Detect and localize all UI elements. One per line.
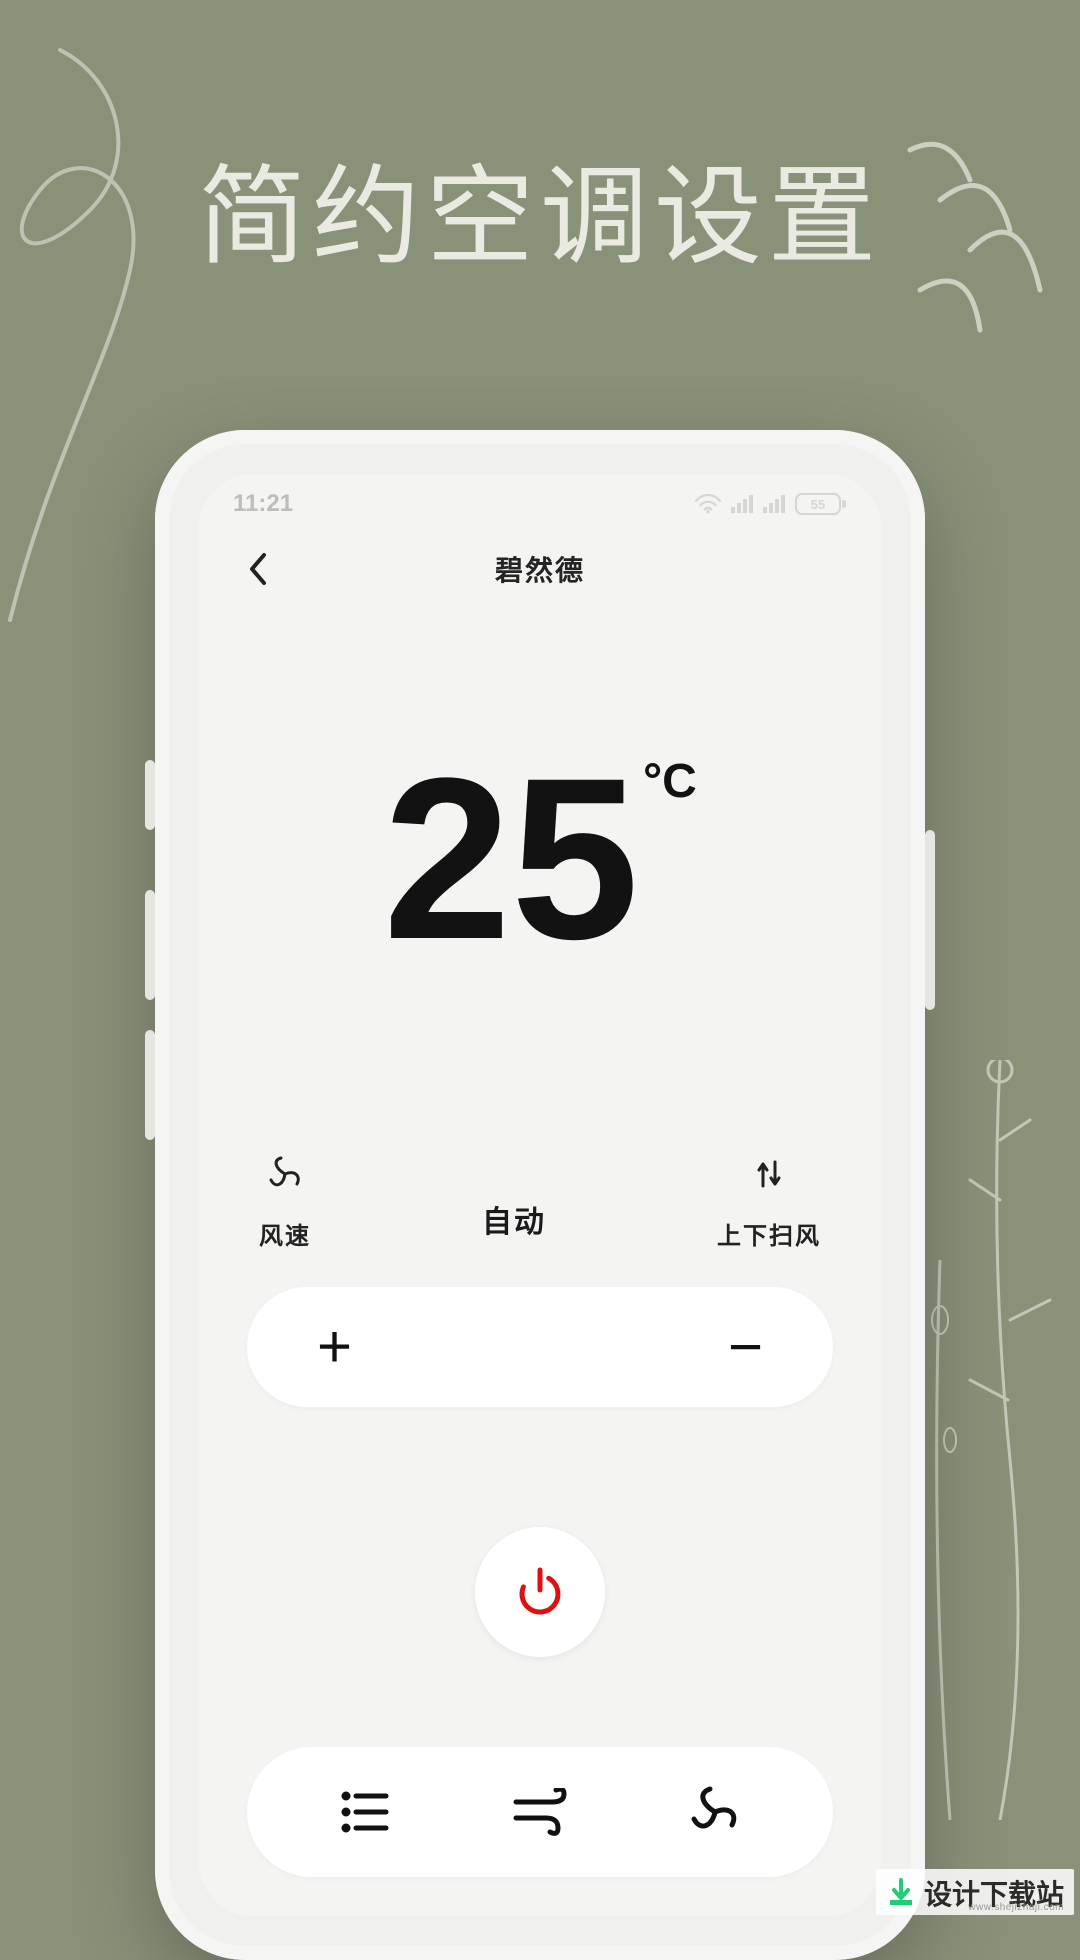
bottom-controls-pill [247, 1747, 833, 1877]
temperature-unit: °C [643, 754, 697, 809]
nav-bar: 碧然德 [199, 534, 881, 604]
power-button[interactable] [475, 1527, 605, 1657]
fan-speed-label: 风速 [259, 1216, 311, 1251]
signal-icon [763, 495, 785, 513]
temperature-adjust-pill: + − [247, 1287, 833, 1407]
signal-icon [731, 495, 753, 513]
power-icon [512, 1564, 568, 1620]
mode-center-label[interactable]: 自动 [482, 1197, 546, 1251]
back-button[interactable] [233, 544, 283, 594]
watermark-arrow-icon [886, 1878, 916, 1908]
airflow-button[interactable] [510, 1782, 570, 1842]
list-icon [340, 1790, 390, 1834]
phone-side-button [145, 1030, 155, 1140]
status-right-cluster: 55 [695, 493, 847, 515]
chevron-left-icon [246, 551, 270, 587]
decoration-flowers-bottom-right [900, 1060, 1070, 1820]
temperature-display: 25 °C [199, 744, 881, 974]
mode-row: 风速 自动 上下扫风 [199, 1154, 881, 1251]
watermark-sub: www.shejizhaji.com [968, 1902, 1064, 1913]
temperature-value: 25 [383, 744, 639, 974]
status-bar: 11:21 55 [199, 474, 881, 534]
phone-mockup: 11:21 55 碧然德 25 °C 风速 自动 [155, 430, 925, 1960]
list-menu-button[interactable] [335, 1782, 395, 1842]
swing-updown-button[interactable]: 上下扫风 [717, 1154, 821, 1251]
fan-icon [265, 1154, 305, 1194]
svg-text:55: 55 [811, 497, 825, 512]
wind-icon [512, 1788, 568, 1836]
fan-circulate-icon [688, 1785, 742, 1839]
phone-side-button [925, 830, 935, 1010]
nav-title: 碧然德 [199, 549, 881, 589]
phone-side-button [145, 760, 155, 830]
status-time: 11:21 [233, 490, 293, 518]
battery-icon: 55 [795, 493, 847, 515]
fan-speed-button[interactable]: 风速 [259, 1154, 311, 1251]
watermark: 设计下载站 www.shejizhaji.com [876, 1869, 1074, 1915]
minus-button[interactable]: − [728, 1317, 763, 1377]
plus-button[interactable]: + [317, 1317, 352, 1377]
phone-side-button [145, 890, 155, 1000]
swing-vertical-icon [749, 1154, 789, 1194]
headline-text: 简约空调设置 [0, 130, 1080, 286]
phone-screen: 11:21 55 碧然德 25 °C 风速 自动 [199, 474, 881, 1916]
swing-updown-label: 上下扫风 [717, 1216, 821, 1251]
wifi-icon [695, 494, 721, 514]
fan-mode-button[interactable] [685, 1782, 745, 1842]
